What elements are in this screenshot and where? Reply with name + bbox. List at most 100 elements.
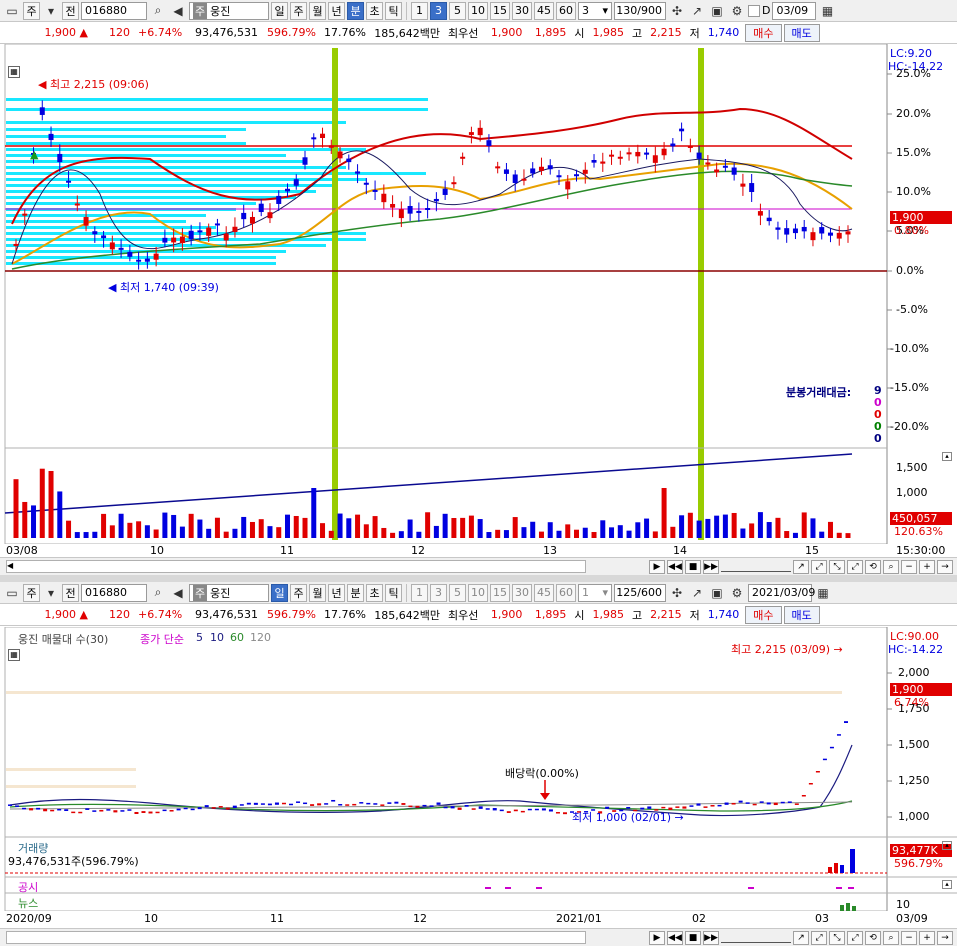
- tool-icon[interactable]: ↗: [793, 559, 809, 574]
- calendar-icon[interactable]: ▦: [814, 584, 832, 602]
- interval-30[interactable]: 30: [512, 583, 532, 602]
- interval-45[interactable]: 45: [534, 583, 554, 602]
- tool-icon[interactable]: ⤡: [829, 559, 845, 574]
- period-minute[interactable]: 분: [347, 583, 364, 602]
- interval-15[interactable]: 15: [490, 1, 510, 20]
- interval-3[interactable]: 3: [430, 583, 447, 602]
- minus-icon[interactable]: −: [901, 559, 917, 574]
- plus-icon[interactable]: +: [919, 930, 935, 945]
- date-input[interactable]: 03/09: [772, 1, 817, 20]
- search-icon[interactable]: ⌕: [149, 2, 167, 20]
- period-month[interactable]: 월: [309, 1, 326, 20]
- save-icon[interactable]: ▣: [708, 584, 726, 602]
- drawing-icon[interactable]: ↗: [688, 2, 706, 20]
- minus-icon[interactable]: −: [901, 930, 917, 945]
- sound-icon[interactable]: ◀: [169, 584, 187, 602]
- prev-button[interactable]: 전: [62, 1, 79, 20]
- interval-10[interactable]: 10: [468, 1, 488, 20]
- save-icon[interactable]: ▣: [708, 2, 726, 20]
- collapse-icon[interactable]: ▴: [942, 452, 952, 461]
- gear-icon[interactable]: ⚙: [728, 2, 746, 20]
- grid-icon[interactable]: ▦: [8, 66, 20, 78]
- plus-icon[interactable]: +: [919, 559, 935, 574]
- stop-button[interactable]: ■: [685, 930, 701, 945]
- calendar-icon[interactable]: ▦: [818, 2, 836, 20]
- sell-button[interactable]: 매도: [783, 23, 820, 42]
- top-chart-area[interactable]: LC:9.20 HC:-14.22 25.0% 20.0% 15.0% 10.0…: [0, 44, 957, 544]
- period-second[interactable]: 초: [366, 1, 383, 20]
- prev-button[interactable]: 전: [62, 583, 79, 602]
- period-day[interactable]: 일: [271, 1, 288, 20]
- scroll-left-icon[interactable]: ◀: [7, 561, 15, 572]
- forward-button[interactable]: ▶▶: [703, 930, 719, 945]
- stop-button[interactable]: ■: [685, 559, 701, 574]
- sound-icon[interactable]: ◀: [169, 2, 187, 20]
- period-month[interactable]: 월: [309, 583, 326, 602]
- scroll-track[interactable]: [6, 931, 586, 944]
- market-select[interactable]: 주: [23, 1, 40, 20]
- grid-icon[interactable]: ▦: [8, 649, 20, 661]
- period-minute[interactable]: 분: [347, 1, 364, 20]
- interval-10[interactable]: 10: [468, 583, 488, 602]
- scroll-track[interactable]: ◀: [6, 560, 586, 573]
- gear-icon[interactable]: ⚙: [728, 584, 746, 602]
- splitter[interactable]: [0, 575, 957, 582]
- interval-45[interactable]: 45: [534, 1, 554, 20]
- stock-name-field[interactable]: 주 웅진: [189, 1, 269, 20]
- tool-icon[interactable]: ⤢: [847, 559, 863, 574]
- period-second[interactable]: 초: [366, 583, 383, 602]
- tool-icon[interactable]: ↗: [793, 930, 809, 945]
- interval-1[interactable]: 1: [411, 1, 428, 20]
- rewind-button[interactable]: ◀◀: [667, 559, 683, 574]
- period-week[interactable]: 주: [290, 583, 307, 602]
- crosshair-icon[interactable]: ✣: [668, 584, 686, 602]
- date-input[interactable]: 2021/03/09: [748, 583, 815, 602]
- tool-icon[interactable]: ⤢: [811, 930, 827, 945]
- window-icon[interactable]: ▭: [3, 2, 21, 20]
- crosshair-icon[interactable]: ✣: [668, 2, 686, 20]
- interval-select[interactable]: 3 ▾: [578, 1, 612, 20]
- interval-15[interactable]: 15: [490, 583, 510, 602]
- interval-select[interactable]: 1 ▾: [578, 583, 612, 602]
- interval-1[interactable]: 1: [411, 583, 428, 602]
- dropdown-icon[interactable]: ▾: [42, 584, 60, 602]
- count-input[interactable]: 125/600: [614, 583, 666, 602]
- bottom-scrollbar[interactable]: ▶ ◀◀ ■ ▶▶ ↗ ⤢ ⤡ ⤢ ⟲ ⌕ − + →: [0, 928, 957, 946]
- interval-3[interactable]: 3: [430, 1, 447, 20]
- market-select[interactable]: 주: [23, 583, 40, 602]
- magnifier-icon[interactable]: ⌕: [883, 930, 899, 945]
- period-week[interactable]: 주: [290, 1, 307, 20]
- tool-icon[interactable]: ⤢: [847, 930, 863, 945]
- buy-button[interactable]: 매수: [745, 23, 782, 42]
- period-tick[interactable]: 틱: [385, 1, 402, 20]
- scroll-right-button[interactable]: ▶: [649, 559, 665, 574]
- code-input[interactable]: 016880: [81, 1, 147, 20]
- tool-icon[interactable]: ⤢: [811, 559, 827, 574]
- collapse-icon[interactable]: ▴: [942, 841, 952, 850]
- forward-button[interactable]: ▶▶: [703, 559, 719, 574]
- buy-button[interactable]: 매수: [745, 605, 782, 624]
- extend-icon[interactable]: →: [937, 559, 953, 574]
- stock-name-field[interactable]: 주 웅진: [189, 583, 269, 602]
- interval-5[interactable]: 5: [449, 1, 466, 20]
- scroll-right-button[interactable]: ▶: [649, 930, 665, 945]
- period-tick[interactable]: 틱: [385, 583, 402, 602]
- rewind-button[interactable]: ◀◀: [667, 930, 683, 945]
- tool-icon[interactable]: ⟲: [865, 559, 881, 574]
- drawing-icon[interactable]: ↗: [688, 584, 706, 602]
- collapse-icon[interactable]: ▴: [942, 880, 952, 889]
- zoom-slider[interactable]: [721, 562, 791, 572]
- zoom-slider[interactable]: [721, 933, 791, 943]
- code-input[interactable]: 016880: [81, 583, 147, 602]
- sell-button[interactable]: 매도: [783, 605, 820, 624]
- dropdown-icon[interactable]: ▾: [42, 2, 60, 20]
- count-input[interactable]: 130/900: [614, 1, 666, 20]
- date-checkbox[interactable]: [748, 4, 760, 17]
- top-scrollbar[interactable]: ◀ ▶ ◀◀ ■ ▶▶ ↗ ⤢ ⤡ ⤢ ⟲ ⌕ − + →: [0, 557, 957, 575]
- interval-5[interactable]: 5: [449, 583, 466, 602]
- tool-icon[interactable]: ⟲: [865, 930, 881, 945]
- magnifier-icon[interactable]: ⌕: [883, 559, 899, 574]
- bottom-chart-area[interactable]: 웅진 매물대 수(30) 종가 단순 5 10 60 120 ▦ LC:90.0…: [0, 627, 957, 911]
- period-year[interactable]: 년: [328, 583, 345, 602]
- period-day[interactable]: 일: [271, 583, 288, 602]
